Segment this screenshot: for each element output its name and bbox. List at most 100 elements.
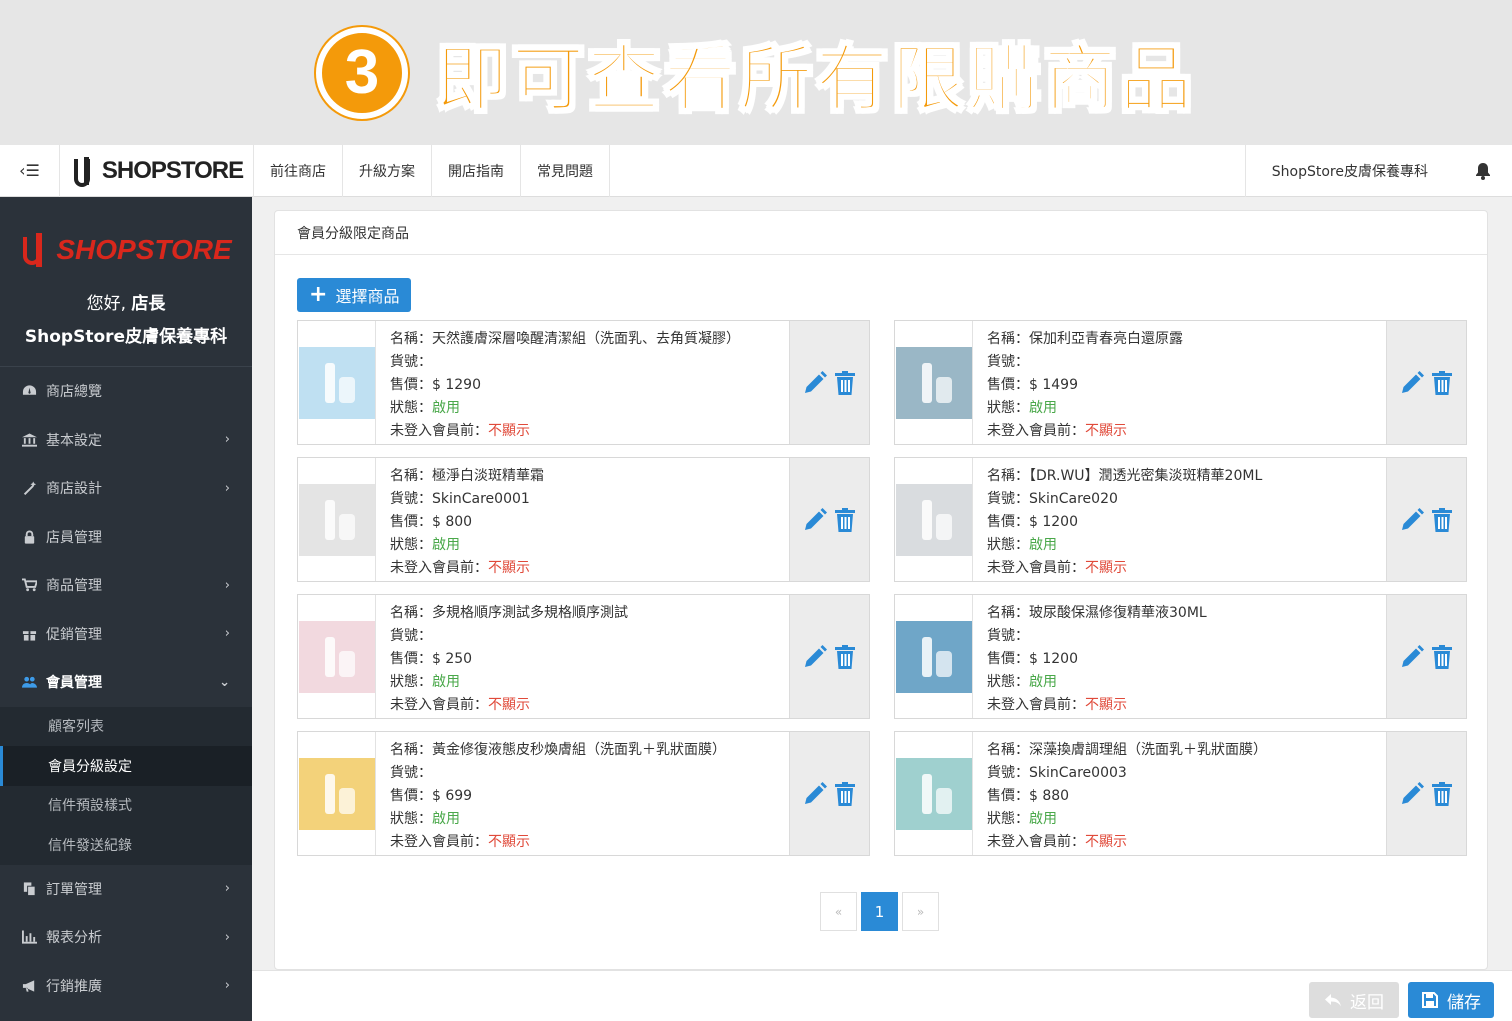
panel-title: 會員分級限定商品 xyxy=(275,211,1487,255)
product-name: 名稱：多規格順序測試多規格順序測試 xyxy=(390,605,628,621)
delete-trash-icon[interactable] xyxy=(832,370,858,396)
sidebar-subitem-customer-list[interactable]: 顧客列表 xyxy=(0,707,252,747)
pagination: « 1 » xyxy=(820,892,939,931)
sidebar-subitem-member-levels[interactable]: 會員分級設定 xyxy=(0,746,252,786)
edit-pencil-icon[interactable] xyxy=(1399,644,1425,670)
pagination-next[interactable]: » xyxy=(902,892,939,931)
edit-pencil-icon[interactable] xyxy=(1399,507,1425,533)
pagination-prev[interactable]: « xyxy=(820,892,857,931)
sidebar-item-store-design[interactable]: 商店設計 › xyxy=(0,464,252,513)
product-thumbnail xyxy=(298,321,376,444)
notifications-button[interactable] xyxy=(1454,145,1512,197)
edit-pencil-icon[interactable] xyxy=(1399,781,1425,807)
product-info: 名稱：天然護膚深層喚醒清潔組（洗面乳、去角質凝膠） 貨號： 售價：$ 1290 狀態：… xyxy=(376,321,789,444)
product-image xyxy=(895,620,972,693)
sidebar-subitem-email-templates[interactable]: 信件預設樣式 xyxy=(0,786,252,826)
product-sku: 貨號： xyxy=(390,354,432,370)
delete-trash-icon[interactable] xyxy=(832,644,858,670)
sidebar-item-reports[interactable]: 報表分析 › xyxy=(0,913,252,962)
delete-trash-icon[interactable] xyxy=(1429,781,1455,807)
main-content: 會員分級限定商品 + 選擇商品 名稱：天然護膚深層喚醒清潔組（洗面乳、去角質凝膠… xyxy=(252,197,1512,1021)
product-info: 名稱：【DR.WU】潤透光密集淡斑精華20ML 貨號：SkinCare020 售價：… xyxy=(973,458,1386,581)
product-image xyxy=(895,757,972,830)
product-image xyxy=(895,483,972,556)
users-icon xyxy=(20,675,38,689)
edit-pencil-icon[interactable] xyxy=(802,644,828,670)
nav-link-upgrade[interactable]: 升級方案 xyxy=(343,144,432,197)
delete-trash-icon[interactable] xyxy=(832,507,858,533)
delete-trash-icon[interactable] xyxy=(832,781,858,807)
chevron-right-icon: › xyxy=(224,577,230,593)
product-sku: 貨號：SkinCare020 xyxy=(987,491,1118,507)
sidebar-item-basic-settings[interactable]: 基本設定 › xyxy=(0,416,252,465)
chevron-right-icon: › xyxy=(224,480,230,496)
product-actions xyxy=(789,595,869,718)
product-guest-visibility: 未登入會員前：不顯示 xyxy=(987,834,1127,850)
product-card: 名稱：【DR.WU】潤透光密集淡斑精華20ML 貨號：SkinCare020 售價：… xyxy=(894,457,1467,582)
store-name-menu[interactable]: ShopStore皮膚保養專科 xyxy=(1246,161,1454,181)
select-products-button[interactable]: + 選擇商品 xyxy=(297,278,412,312)
product-status: 狀態：啟用 xyxy=(987,811,1057,827)
product-card: 名稱：極淨白淡斑精華霜 貨號：SkinCare0001 售價：$ 800 狀態：啟用未… xyxy=(297,457,870,582)
nav-link-guide[interactable]: 開店指南 xyxy=(432,144,521,197)
sidebar-item-promotions[interactable]: 促銷管理 › xyxy=(0,610,252,659)
sidebar-item-orders[interactable]: 訂單管理 › xyxy=(0,865,252,914)
save-button[interactable]: 儲存 xyxy=(1408,982,1494,1018)
edit-pencil-icon[interactable] xyxy=(1399,370,1425,396)
product-thumbnail xyxy=(298,595,376,718)
product-name: 名稱：黃金修復液態皮秒煥膚組（洗面乳＋乳狀面膜） xyxy=(390,742,726,758)
dashboard-icon xyxy=(20,384,38,398)
menu-icon: ‹☰ xyxy=(19,161,40,180)
product-card: 名稱：多規格順序測試多規格順序測試 貨號： 售價：$ 250 狀態：啟用 未登入會員前：… xyxy=(297,594,870,719)
sidebar-logo-text: SHOPSTORE xyxy=(56,234,232,265)
sidebar-store-name: ShopStore皮膚保養專科 xyxy=(24,327,228,347)
edit-pencil-icon[interactable] xyxy=(802,507,828,533)
product-name: 名稱：玻尿酸保濕修復精華液30ML xyxy=(987,605,1207,621)
sidebar-item-staff[interactable]: 店員管理 xyxy=(0,513,252,562)
sidebar-item-marketing[interactable]: 行銷推廣 › xyxy=(0,962,252,1011)
product-sku: 貨號： xyxy=(390,765,432,781)
product-thumbnail xyxy=(895,732,973,855)
product-status: 狀態：啟用 xyxy=(987,674,1057,690)
product-price: 售價：$ 800 xyxy=(390,514,473,530)
product-sku: 貨號： xyxy=(987,628,1029,644)
product-actions xyxy=(789,732,869,855)
product-thumbnail xyxy=(895,321,973,444)
product-guest-visibility: 未登入會員前：不顯示 xyxy=(987,697,1127,713)
product-thumbnail xyxy=(895,458,973,581)
nav-link-store[interactable]: 前往商店 xyxy=(254,144,343,197)
gift-icon xyxy=(20,627,38,641)
banner-title: 即可查看所有限購商品 xyxy=(435,36,1196,122)
pagination-page-1[interactable]: 1 xyxy=(861,892,898,931)
product-price: 售價：$ 880 xyxy=(987,788,1070,804)
sidebar-toggle-button[interactable]: ‹☰ xyxy=(0,144,60,197)
product-image xyxy=(298,620,375,693)
sidebar-item-overview[interactable]: 商店總覽 xyxy=(0,367,252,416)
delete-trash-icon[interactable] xyxy=(1429,644,1455,670)
back-button[interactable]: 返回 xyxy=(1309,982,1399,1018)
sidebar-item-members[interactable]: 會員管理 ⌄ xyxy=(0,658,252,707)
top-logo[interactable]: SHOPSTORE xyxy=(60,144,254,197)
product-card: 名稱：天然護膚深層喚醒清潔組（洗面乳、去角質凝膠） 貨號： 售價：$ 1290 狀態：… xyxy=(297,320,870,445)
reply-icon xyxy=(1325,994,1341,1007)
chevron-right-icon: › xyxy=(224,432,230,448)
product-sku: 貨號： xyxy=(987,354,1029,370)
delete-trash-icon[interactable] xyxy=(1429,370,1455,396)
top-logo-text: SHOPSTORE xyxy=(101,156,244,184)
sidebar-item-products[interactable]: 商品管理 › xyxy=(0,561,252,610)
sidebar-logo[interactable]: SHOPSTORE xyxy=(0,233,252,267)
nav-link-faq[interactable]: 常見問題 xyxy=(521,144,610,197)
sidebar-subitem-email-log[interactable]: 信件發送紀錄 xyxy=(0,825,252,865)
product-status: 狀態：啟用 xyxy=(390,537,460,553)
product-guest-visibility: 未登入會員前：不顯示 xyxy=(987,560,1127,576)
edit-pencil-icon[interactable] xyxy=(802,370,828,396)
delete-trash-icon[interactable] xyxy=(1429,507,1455,533)
product-status: 狀態：啟用 xyxy=(390,674,460,690)
chevron-down-icon: ⌄ xyxy=(219,674,230,690)
product-actions xyxy=(1386,732,1466,855)
chevron-right-icon: › xyxy=(224,881,230,897)
edit-pencil-icon[interactable] xyxy=(802,781,828,807)
product-name: 名稱：保加利亞青春亮白還原露 xyxy=(987,331,1183,347)
sidebar: SHOPSTORE 您好, 店長 ShopStore皮膚保養專科 商店總覽 基本… xyxy=(0,197,252,1021)
product-status: 狀態：啟用 xyxy=(987,537,1057,553)
